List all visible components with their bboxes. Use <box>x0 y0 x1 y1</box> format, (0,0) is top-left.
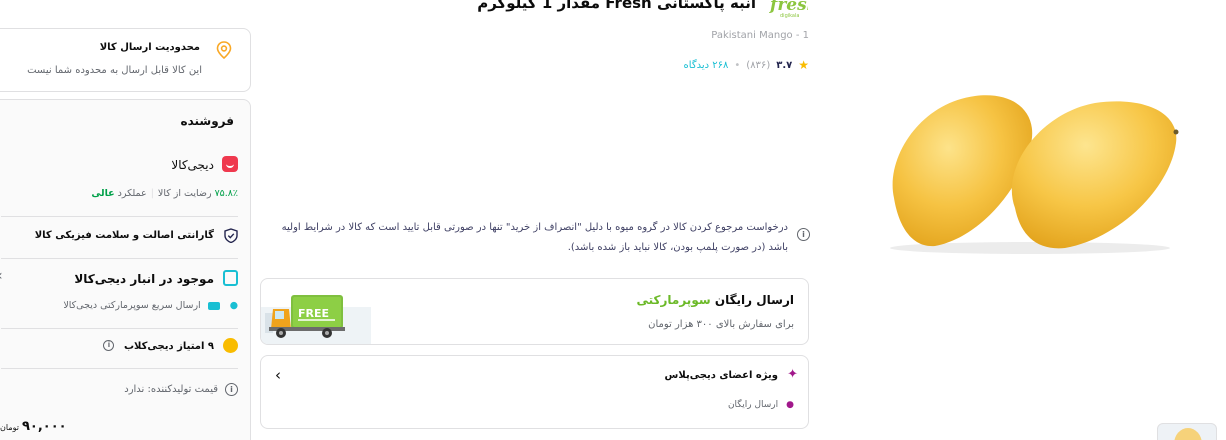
price-value: ۹۰,۰۰۰ <box>21 419 67 434</box>
product-image[interactable] <box>880 88 1190 258</box>
return-policy-note: i درخواست مرجوع کردن کالا در گروه میوه ب… <box>270 218 810 258</box>
svg-text:FREE: FREE <box>298 307 329 320</box>
guarantee-row: گارانتی اصالت و سلامت فیزیکی کالا <box>1 228 238 243</box>
seller-stats: ۷۵.۸٪ رضایت از کالا|عملکرد عالی <box>91 188 238 199</box>
reviews-link[interactable]: ۲۶۸ دیدگاه <box>684 60 729 71</box>
digiplus-benefit: ●ارسال رایگان <box>727 400 794 410</box>
digikala-logo-icon <box>222 156 238 172</box>
chevron-left-icon[interactable]: ‹ <box>0 268 3 284</box>
product-english-title: Pakistani Mango - 1 <box>711 30 809 41</box>
digiplus-title: ویژه اعضای دیجی‌پلاس <box>664 370 778 381</box>
free-shipping-title: ارسال رایگان سوپرمارکتی <box>636 293 794 307</box>
digiclub-coin-icon <box>223 338 238 353</box>
truck-icon <box>207 301 220 310</box>
digiplus-box[interactable]: ✦ ویژه اعضای دیجی‌پلاس ‹ ●ارسال رایگان <box>260 355 809 429</box>
club-points-row: ۹ امتیاز دیجی‌کلاب i <box>1 338 238 353</box>
divider <box>1 328 238 329</box>
separator-dot: • <box>734 59 741 71</box>
product-title: انبه پاکستانی Fresh مقدار 1 کیلوگرم <box>477 0 756 12</box>
free-truck-icon: FREE <box>261 295 371 344</box>
info-icon[interactable]: i <box>103 340 115 351</box>
info-icon: i <box>797 228 810 241</box>
thumbnail-image[interactable] <box>1157 423 1217 440</box>
guarantee-text: گارانتی اصالت و سلامت فیزیکی کالا <box>34 230 214 241</box>
stock-row[interactable]: موجود در انبار دیجی‌کالا <box>1 270 238 286</box>
seller-name: دیجی‌کالا <box>171 158 214 172</box>
location-pin-icon <box>216 41 232 59</box>
seller-name-row[interactable]: دیجی‌کالا <box>1 156 238 172</box>
seller-heading: فروشنده <box>180 114 235 128</box>
svg-text:digikala: digikala <box>780 13 799 18</box>
divider <box>1 216 238 217</box>
shield-icon <box>224 228 238 243</box>
rating-count: (۸۳۶) <box>746 59 771 71</box>
price: ۹۰,۰۰۰تومان <box>0 419 67 434</box>
warehouse-icon <box>223 270 238 286</box>
delivery-limit-text: این کالا قابل ارسال به محدوده شما نیست <box>27 65 202 76</box>
divider <box>1 368 238 369</box>
free-shipping-subtitle: برای سفارش بالای ۳۰۰ هزار تومان <box>648 319 794 330</box>
fast-shipping-text: ارسال سریع سوپرمارکتی دیجی‌کالا <box>63 300 201 311</box>
info-icon: i <box>225 383 238 396</box>
seller-panel: فروشنده دیجی‌کالا ۷۵.۸٪ رضایت از کالا|عم… <box>0 99 251 440</box>
currency-label: تومان <box>0 423 19 432</box>
stock-text: موجود در انبار دیجی‌کالا <box>74 272 214 286</box>
thumbnail-mango-icon <box>1174 428 1202 440</box>
delivery-limit-title: محدودیت ارسال کالا <box>99 42 200 53</box>
chevron-left-icon[interactable]: ‹ <box>275 366 281 384</box>
rating-row: ★ ۳.۷ (۸۳۶) • ۲۶۸ دیدگاه <box>684 58 809 72</box>
club-points-text: ۹ امتیاز دیجی‌کلاب <box>123 340 214 352</box>
delivery-limit-box: محدودیت ارسال کالا این کالا قابل ارسال ب… <box>0 28 251 92</box>
digiplus-icon: ✦ <box>787 367 798 382</box>
star-icon: ★ <box>798 58 809 72</box>
free-shipping-banner[interactable]: ارسال رایگان سوپرمارکتی برای سفارش بالای… <box>260 278 809 345</box>
rating-value: ۳.۷ <box>776 59 793 71</box>
producer-price-text: قیمت تولیدکننده: ندارد <box>124 384 218 395</box>
brand-logo-fresh: fresh digikala <box>769 0 808 18</box>
return-policy-text: درخواست مرجوع کردن کالا در گروه میوه با … <box>281 222 788 253</box>
divider <box>1 258 238 259</box>
fast-shipping-row: ● ارسال سریع سوپرمارکتی دیجی‌کالا <box>63 300 238 311</box>
producer-price-row: i قیمت تولیدکننده: ندارد <box>1 383 238 396</box>
